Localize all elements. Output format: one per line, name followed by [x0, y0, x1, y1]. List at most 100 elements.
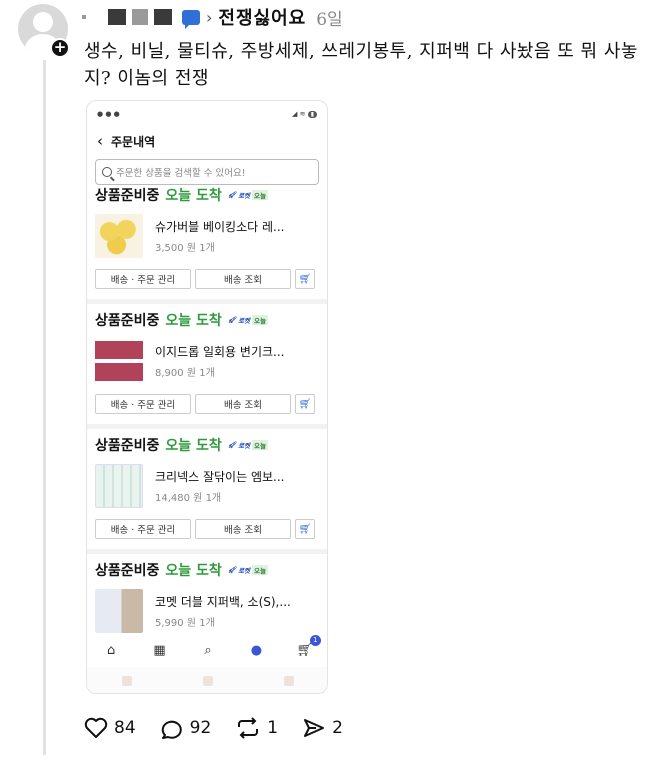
blurred-name-part — [108, 9, 126, 25]
order-card[interactable]: 상품준비중 오늘 도착 🚀︎ 로켓 오늘 이지드롭 일회용 변기크... 8,900 원 1… — [87, 304, 327, 429]
product-name: 슈가버블 베이킹소다 레... — [155, 220, 285, 234]
page-title: 주문내역 — [111, 134, 156, 149]
product-name: 이지드롭 일회용 변기크... — [155, 345, 285, 359]
order-status: 상품준비중 오늘 도착 🚀︎ 로켓 오늘 — [95, 304, 321, 336]
like-button[interactable]: 84 — [84, 717, 136, 739]
manage-order-button[interactable]: 배송 · 주문 관리 — [95, 519, 191, 539]
blurred-name-part — [154, 9, 172, 25]
search-icon — [102, 167, 112, 177]
share-count: 2 — [332, 718, 343, 738]
status-label: 상품준비중 — [95, 438, 160, 454]
status-icons-left: ● ● ● — [97, 110, 120, 118]
phone-tabbar: ⌂ ▦ ⌕ ● 🛒︎ 1 — [87, 633, 327, 667]
rocket-label: 로켓 — [238, 442, 251, 450]
rocket-icon: 🚀︎ — [227, 441, 237, 449]
attached-screenshot[interactable]: ● ● ● ◢ ≋ ▮ ‹ 주문내역 주문한 상품을 검색할 수 있어요! 상품… — [86, 100, 328, 694]
product-price: 14,480 원 — [155, 493, 203, 504]
product-price: 3,500 원 — [155, 243, 197, 254]
cart-icon: 🛒︎ 1 — [295, 634, 321, 658]
track-delivery-button[interactable]: 배송 조회 — [195, 394, 291, 414]
manage-order-button[interactable]: 배송 · 주문 관리 — [95, 394, 191, 414]
nav-home-icon — [202, 676, 213, 686]
item-info: 코멧 더블 지퍼백, 소(S),... 5,990 원 1개 — [155, 593, 291, 629]
post-text: 생수, 비닐, 물티슈, 주방세제, 쓰레기봉투, 지퍼백 다 사놨음 또 뭐 … — [84, 41, 638, 89]
track-delivery-button[interactable]: 배송 조회 — [195, 519, 291, 539]
rocket-today: 오늘 — [252, 440, 269, 450]
search-placeholder: 주문한 상품을 검색할 수 있어요! — [116, 168, 246, 179]
rocket-today: 오늘 — [252, 190, 269, 200]
cart-badge: 1 — [309, 634, 321, 646]
post-actions: 84 92 1 2 — [84, 714, 367, 742]
rocket-badge: 🚀︎ 로켓 오늘 — [227, 315, 269, 325]
add-to-cart-icon[interactable]: 🛒︎ — [295, 519, 315, 539]
reply-button[interactable]: 92 — [160, 717, 212, 739]
status-label: 상품준비중 — [95, 188, 160, 204]
order-buttons: 배송 · 주문 관리배송 조회🛒︎ — [95, 261, 321, 299]
product-name: 코멧 더블 지퍼백, 소(S),... — [155, 595, 291, 609]
order-status: 상품준비중 오늘 도착 🚀︎ 로켓 오늘 — [95, 554, 321, 586]
search-tab-icon: ⌕ — [204, 642, 212, 658]
product-thumbnail — [95, 464, 143, 508]
phone-titlebar: ‹ 주문내역 — [87, 127, 327, 155]
order-item[interactable]: 코멧 더블 지퍼백, 소(S),... 5,990 원 1개 — [95, 586, 321, 636]
rocket-label: 로켓 — [238, 567, 251, 575]
comment-icon — [161, 720, 182, 739]
repost-button[interactable]: 1 — [235, 717, 278, 739]
order-item[interactable]: 이지드롭 일회용 변기크... 8,900 원 1개 — [95, 336, 321, 386]
username[interactable]: 전쟁싫어요 — [218, 4, 306, 30]
rocket-badge: 🚀︎ 로켓 오늘 — [227, 190, 269, 200]
rocket-today: 오늘 — [252, 315, 269, 325]
arrival-label: 오늘 도착 — [165, 188, 222, 204]
heart-icon — [84, 717, 108, 738]
status-label: 상품준비중 — [95, 563, 160, 579]
track-delivery-button[interactable]: 배송 조회 — [195, 269, 291, 289]
chevron-right-icon: › — [206, 7, 213, 27]
follow-plus-icon[interactable]: + — [50, 38, 70, 58]
rocket-icon: 🚀︎ — [227, 316, 237, 324]
thread-line — [43, 60, 46, 755]
order-status: 상품준비중 오늘 도착 🚀︎ 로켓 오늘 — [95, 429, 321, 461]
add-to-cart-icon[interactable]: 🛒︎ — [295, 394, 315, 414]
nav-recent-icon — [122, 676, 133, 686]
repost-count: 1 — [267, 718, 279, 738]
rocket-badge: 🚀︎ 로켓 오늘 — [228, 565, 269, 575]
reply-count: 92 — [189, 718, 212, 738]
phone-system-bar — [87, 667, 327, 693]
repost-icon — [238, 717, 259, 739]
product-qty: 1개 — [205, 493, 222, 504]
order-buttons: 배송 · 주문 관리배송 조회🛒︎ — [95, 511, 321, 549]
product-qty: 1개 — [199, 243, 215, 254]
order-buttons: 배송 · 주문 관리배송 조회🛒︎ — [95, 386, 321, 424]
post-time: 6일 — [316, 9, 343, 30]
add-to-cart-icon[interactable]: 🛒︎ — [295, 269, 315, 289]
phone-status-bar: ● ● ● ◢ ≋ ▮ — [87, 101, 327, 127]
order-card[interactable]: 상품준비중 오늘 도착 🚀︎ 로켓 오늘 크리넥스 잘닦이는 엠보... 14,480 원 … — [87, 429, 327, 554]
arrival-label: 오늘 도착 — [165, 438, 222, 454]
order-card[interactable]: 상품준비중 오늘 도착 🚀︎ 로켓 오늘슈가버블 베이킹소다 레... 3,500 원 1… — [87, 179, 327, 304]
chat-icon — [182, 9, 200, 29]
product-qty: 1개 — [199, 368, 215, 379]
nav-back-icon — [283, 676, 294, 686]
item-info: 슈가버블 베이킹소다 레... 3,500 원 1개 — [155, 218, 284, 254]
like-count: 84 — [114, 718, 136, 738]
blurred-name-part — [132, 9, 148, 25]
order-status: 상품준비중 오늘 도착 🚀︎ 로켓 오늘 — [95, 179, 321, 211]
product-price: 8,900 원 — [155, 368, 197, 379]
user-icon: ● — [250, 642, 263, 658]
order-item[interactable]: 크리넥스 잘닦이는 엠보... 14,480 원 1개 — [95, 461, 321, 511]
order-list: 상품준비중 오늘 도착 🚀︎ 로켓 오늘 슈가버블 베이킹소다 레... 3,500 원 1… — [87, 179, 327, 679]
manage-order-button[interactable]: 배송 · 주문 관리 — [95, 269, 191, 289]
rocket-badge: 🚀︎ 로켓 오늘 — [227, 440, 269, 450]
rocket-today: 오늘 — [252, 565, 269, 575]
order-item[interactable]: 슈가버블 베이킹소다 레... 3,500 원 1개 — [95, 211, 321, 261]
blurred-name-part — [82, 15, 86, 19]
status-icons-right: ◢ ≋ ▮ — [292, 110, 317, 118]
rocket-icon: 🚀︎ — [227, 191, 237, 199]
arrival-label: 오늘 도착 — [165, 313, 222, 329]
share-button[interactable]: 2 — [302, 717, 343, 739]
product-name: 크리넥스 잘닦이는 엠보... — [155, 470, 285, 484]
item-info: 이지드롭 일회용 변기크... 8,900 원 1개 — [155, 343, 284, 379]
rocket-label: 로켓 — [238, 317, 251, 325]
category-grid-icon: ▦ — [153, 642, 166, 658]
arrival-label: 오늘 도착 — [165, 563, 222, 579]
